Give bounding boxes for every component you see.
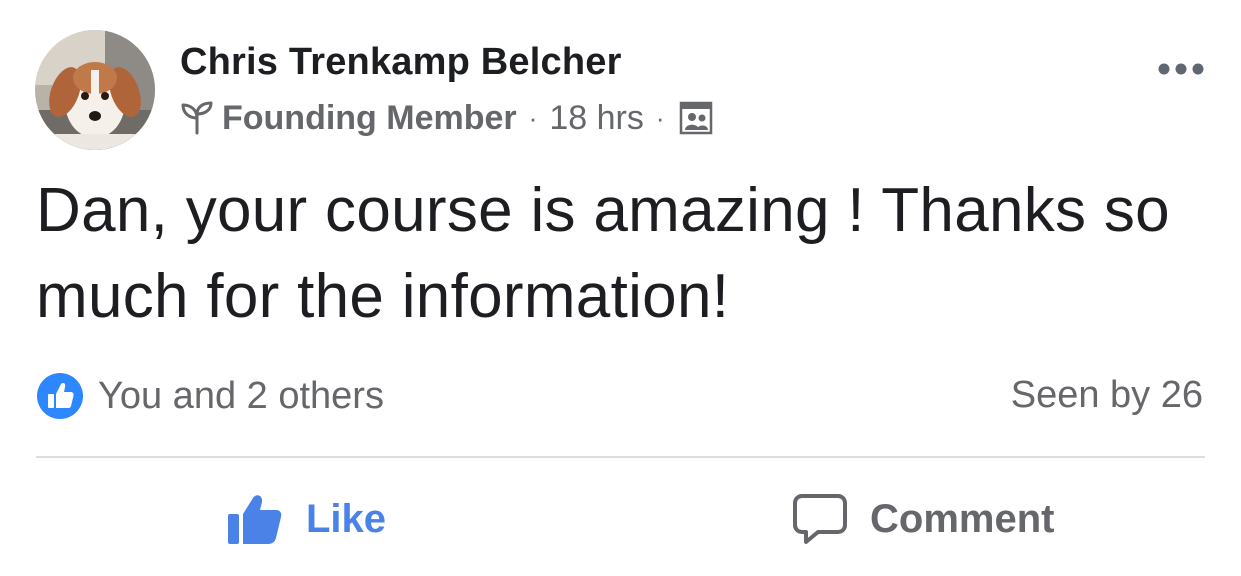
reactions-text: You and 2 others [98,374,384,417]
meta-separator: · [655,102,665,133]
comment-icon [793,494,847,544]
seen-by[interactable]: Seen by 26 [1011,374,1203,417]
avatar[interactable] [35,30,155,150]
member-badge: Founding Member [222,98,517,137]
comment-button[interactable]: Comment [792,484,1054,554]
avatar-image [35,30,155,150]
sprout-icon [181,101,213,135]
like-reaction-icon [37,373,83,419]
reactions-summary[interactable]: You and 2 others [36,372,384,420]
thumbs-up-icon [228,495,282,544]
comment-label: Comment [870,496,1055,541]
group-audience-icon [679,101,712,135]
author-name[interactable]: Chris Trenkamp Belcher [180,41,622,84]
like-label: Like [306,496,387,541]
meta-separator: · [528,102,538,133]
like-button[interactable]: Like [226,484,386,554]
divider [36,456,1205,458]
post-body: Dan, your course is amazing ! Thanks so … [36,176,1170,331]
post-meta: Founding Member · 18 hrs · [178,96,713,140]
post-time[interactable]: 18 hrs [549,99,644,138]
more-options-icon[interactable] [1157,60,1205,78]
